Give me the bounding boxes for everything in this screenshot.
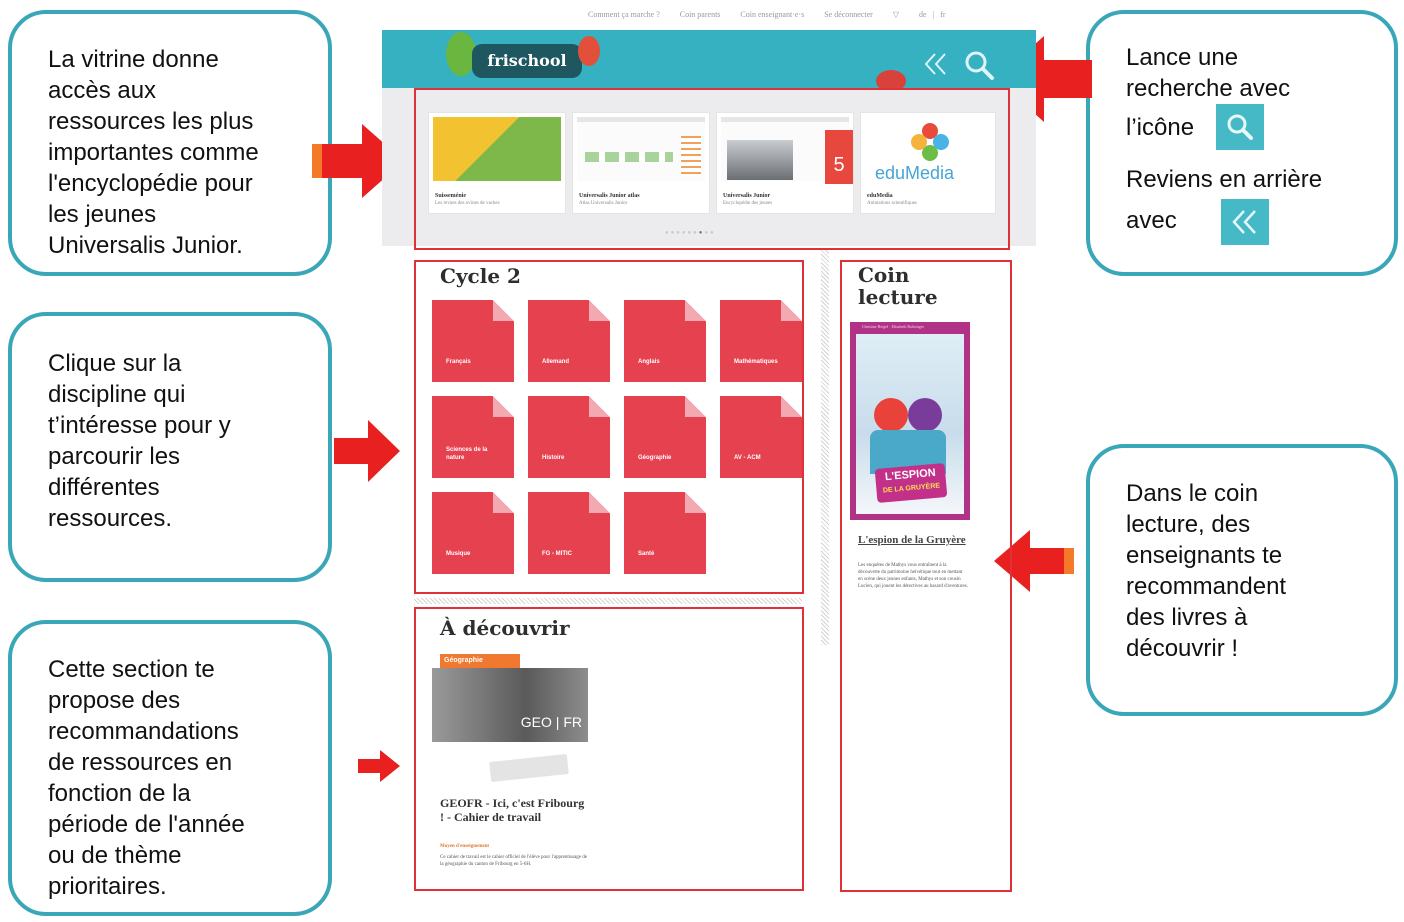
nav-link-logout[interactable]: Se déconnecter bbox=[824, 10, 873, 19]
card-subtitle: Encyclopédie des jeunes bbox=[723, 201, 773, 206]
discipline-tile-av-acm[interactable]: AV - ACM bbox=[720, 396, 802, 478]
mascot-red-icon bbox=[578, 36, 600, 66]
frischool-screenshot: Comment ça marche ? Coin parents Coin en… bbox=[380, 0, 1040, 922]
decouvrir-item-description: Ce cahier de travail est le cahier offic… bbox=[440, 855, 587, 867]
search-icon bbox=[1216, 104, 1265, 150]
nav-dropdown-icon[interactable]: ▽ bbox=[893, 10, 899, 19]
double-chevron-left-icon bbox=[1220, 199, 1269, 245]
callout-section: Cette section te propose des recommandat… bbox=[8, 620, 332, 916]
nav-lang-de[interactable]: de bbox=[919, 10, 927, 19]
callout-search-text-2: l’icône bbox=[1126, 113, 1195, 141]
callout-lecture-text: Dans le coin lecture, des enseignants te… bbox=[1126, 480, 1287, 662]
nav-lang-fr[interactable]: fr bbox=[940, 10, 945, 19]
callout-back-text-1: Reviens en arrière bbox=[1126, 166, 1323, 193]
card-subtitle: Atlas Universalis Junior bbox=[579, 201, 628, 206]
callout-section-text: Cette section te propose des recommandat… bbox=[48, 656, 245, 900]
cycle-title: Cycle 2 bbox=[440, 264, 521, 288]
carousel-pagination[interactable]: ●●●●●●●●● bbox=[665, 230, 716, 236]
discipline-tile-allemand[interactable]: Allemand bbox=[528, 300, 610, 382]
card-subtitle: Les revues des ovines de vaches bbox=[435, 201, 500, 206]
vitrine-card[interactable]: 5 Universalis Junior Encyclopédie des je… bbox=[716, 112, 854, 214]
nav-link-how-it-works[interactable]: Comment ça marche ? bbox=[588, 10, 660, 19]
nav-link-parents[interactable]: Coin parents bbox=[680, 10, 721, 19]
site-logo[interactable]: frischool bbox=[472, 44, 582, 78]
coin-lecture-title: Coin lecture bbox=[858, 264, 938, 308]
card-thumbnail: eduMedia bbox=[865, 117, 991, 183]
vitrine-card[interactable]: Suisseménie Les revues des ovines de vac… bbox=[428, 112, 566, 214]
discipline-tile-musique[interactable]: Musique bbox=[432, 492, 514, 574]
nav-lang-sep: | bbox=[932, 10, 935, 19]
callout-search-text-1: Lance une recherche avec bbox=[1126, 44, 1291, 102]
card-title: Suisseménie bbox=[435, 193, 467, 199]
vitrine-card[interactable]: Universalis Junior atlas Atlas Universal… bbox=[572, 112, 710, 214]
book-description: Les enquêtes de Mathys vous entraînent à… bbox=[858, 563, 968, 589]
callout-back-text-2: avec bbox=[1126, 206, 1177, 234]
nav-link-teachers[interactable]: Coin enseignant·e·s bbox=[740, 10, 804, 19]
decouvrir-item-meta: Moyen d'enseignement bbox=[440, 844, 490, 849]
book-title-link[interactable]: L'espion de la Gruyère bbox=[858, 534, 968, 547]
coin-lecture-title-line1: Coin bbox=[858, 263, 910, 287]
book-cover[interactable]: Christine Beigel · Elisabeth Baltzinger … bbox=[850, 322, 970, 520]
search-button[interactable] bbox=[962, 48, 996, 87]
card-thumbnail: 5 bbox=[721, 117, 853, 184]
card-subtitle: Animations scientifiques bbox=[867, 201, 917, 206]
decouvrir-item-title[interactable]: GEOFR - Ici, c'est Fribourg ! - Cahier d… bbox=[440, 796, 590, 824]
discipline-tile-mathematiques[interactable]: Mathématiques bbox=[720, 300, 802, 382]
discipline-tile-geographie[interactable]: Géographie bbox=[624, 396, 706, 478]
decouvrir-image: GEO | FR bbox=[432, 668, 588, 742]
discipline-tile-histoire[interactable]: Histoire bbox=[528, 396, 610, 478]
edumedia-wordmark: eduMedia bbox=[875, 163, 955, 183]
discipline-tile-sante[interactable]: Santé bbox=[624, 492, 706, 574]
callout-search-back: Lance une recherche avec l’icône Reviens… bbox=[1086, 10, 1398, 276]
book-illustration: L'ESPION DE LA GRUYÈRE bbox=[856, 334, 964, 514]
discipline-tile-anglais[interactable]: Anglais bbox=[624, 300, 706, 382]
top-navigation: Comment ça marche ? Coin parents Coin en… bbox=[588, 10, 963, 19]
coin-lecture-title-line2: lecture bbox=[858, 285, 938, 309]
discipline-tile-sciences[interactable]: Sciences de la nature bbox=[432, 396, 514, 478]
back-button[interactable] bbox=[922, 50, 950, 83]
callout-vitrine-text: La vitrine donne accès aux ressources le… bbox=[48, 46, 259, 259]
site-header: frischool bbox=[382, 30, 1036, 92]
card-title: eduMedia bbox=[867, 193, 893, 199]
discipline-tile-francais[interactable]: Français bbox=[432, 300, 514, 382]
callout-vitrine: La vitrine donne accès aux ressources le… bbox=[8, 10, 332, 276]
vitrine-card[interactable]: eduMedia eduMedia Animations scientifiqu… bbox=[860, 112, 996, 214]
card-thumbnail bbox=[577, 117, 705, 181]
callout-discipline: Clique sur la discipline qui t’intéresse… bbox=[8, 312, 332, 582]
book-authors: Christine Beigel · Elisabeth Baltzinger bbox=[862, 324, 924, 329]
callout-discipline-text: Clique sur la discipline qui t’intéresse… bbox=[48, 350, 231, 532]
column-divider bbox=[821, 250, 829, 645]
edumedia-logo-icon bbox=[911, 123, 949, 161]
decouvrir-image-label: GEO | FR bbox=[520, 714, 582, 730]
discipline-tile-fg-mitic[interactable]: FG - MITIC bbox=[528, 492, 610, 574]
category-badge: Géographie bbox=[440, 654, 520, 668]
card-thumbnail bbox=[433, 117, 561, 181]
card-title: Universalis Junior bbox=[723, 193, 771, 199]
card-title: Universalis Junior atlas bbox=[579, 193, 640, 199]
callout-lecture: Dans le coin lecture, des enseignants te… bbox=[1086, 444, 1398, 716]
section-divider bbox=[414, 598, 802, 604]
decouvrir-title: À découvrir bbox=[440, 616, 570, 640]
